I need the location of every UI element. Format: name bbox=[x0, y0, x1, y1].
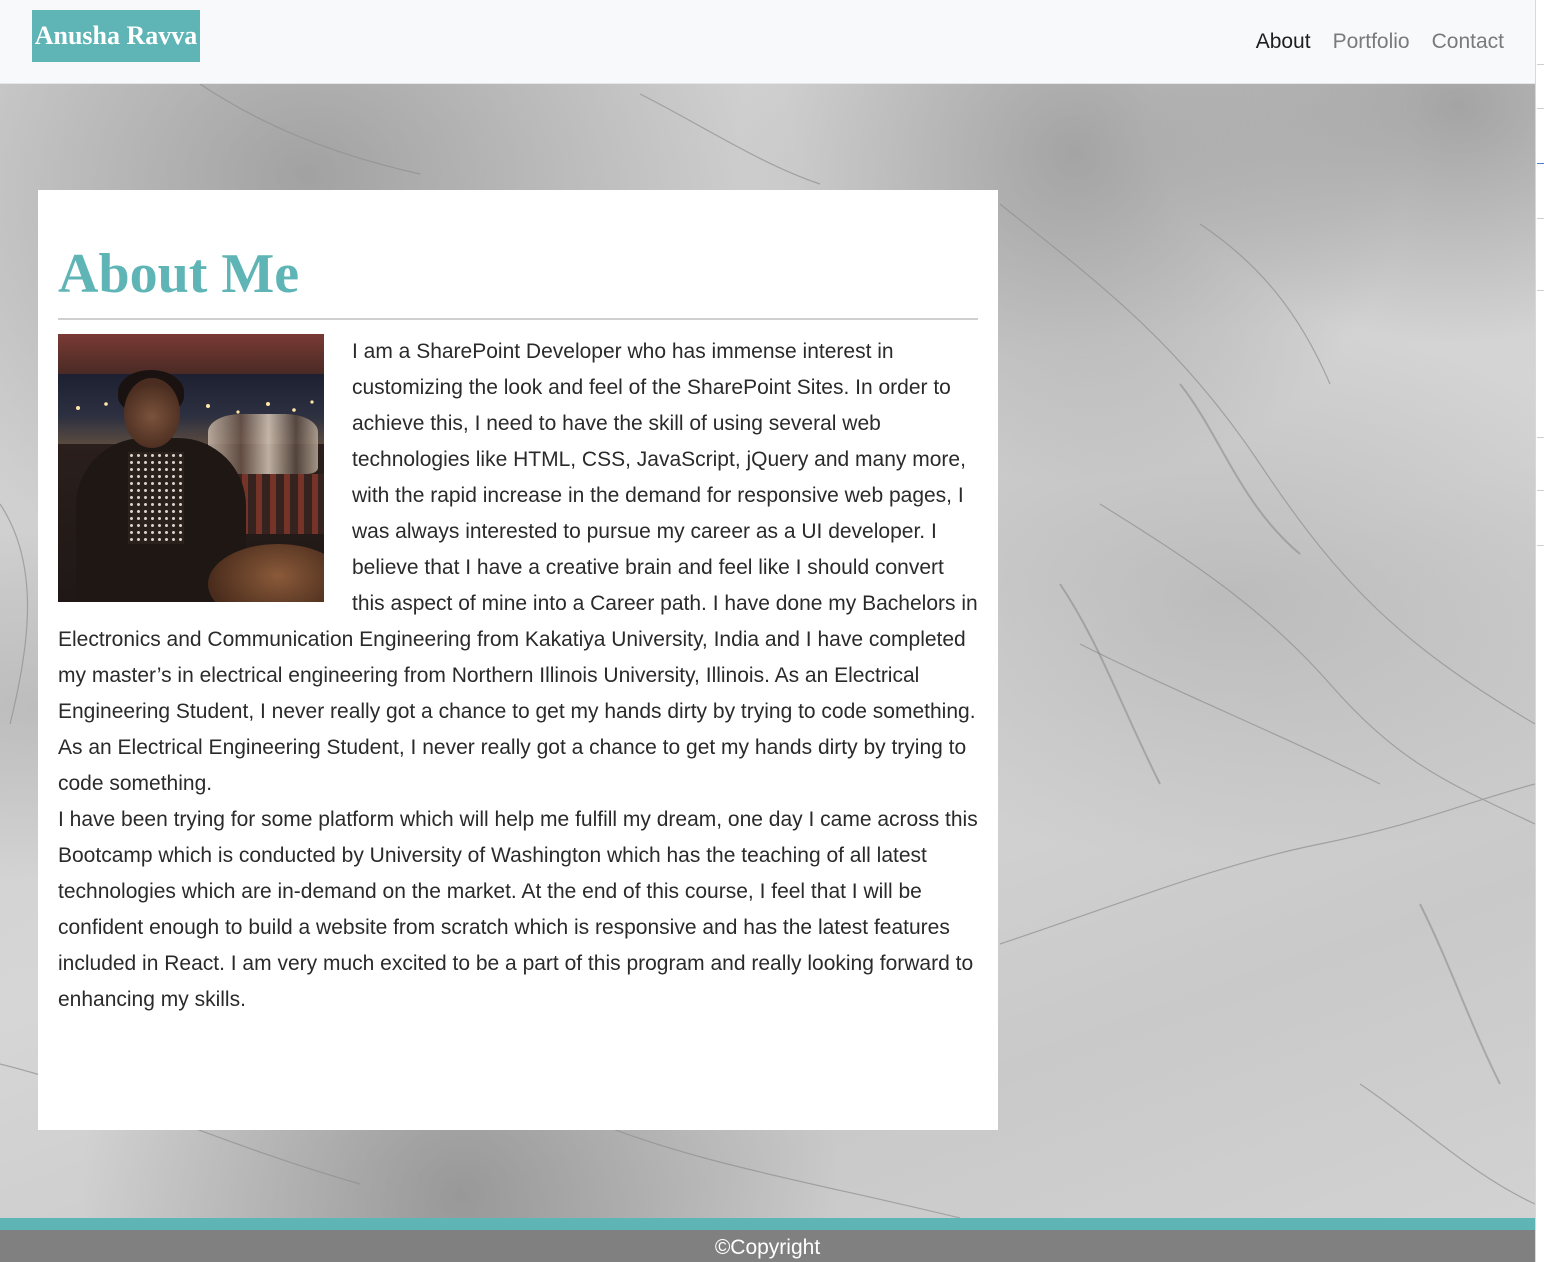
window-edge bbox=[1535, 0, 1544, 1262]
nav-link-about[interactable]: About bbox=[1256, 28, 1311, 56]
about-body: I am a SharePoint Developer who has imme… bbox=[58, 334, 978, 1018]
heading-divider bbox=[58, 318, 978, 320]
footer: ©Copyright bbox=[0, 1230, 1535, 1262]
about-paragraph-2: I have been trying for some platform whi… bbox=[58, 808, 978, 1011]
footer-accent-bar bbox=[0, 1218, 1535, 1230]
copyright-text: ©Copyright bbox=[714, 1236, 821, 1259]
profile-photo bbox=[58, 334, 324, 602]
nav-link-portfolio[interactable]: Portfolio bbox=[1333, 28, 1410, 56]
nav-links: About Portfolio Contact bbox=[1256, 28, 1504, 56]
brand-logo[interactable]: Anusha Ravva bbox=[32, 10, 200, 62]
about-card: About Me I am a SharePoint Developer who… bbox=[38, 190, 998, 1130]
navbar: Anusha Ravva About Portfolio Contact bbox=[0, 0, 1535, 84]
nav-link-contact[interactable]: Contact bbox=[1432, 28, 1504, 56]
about-heading: About Me bbox=[58, 243, 300, 305]
